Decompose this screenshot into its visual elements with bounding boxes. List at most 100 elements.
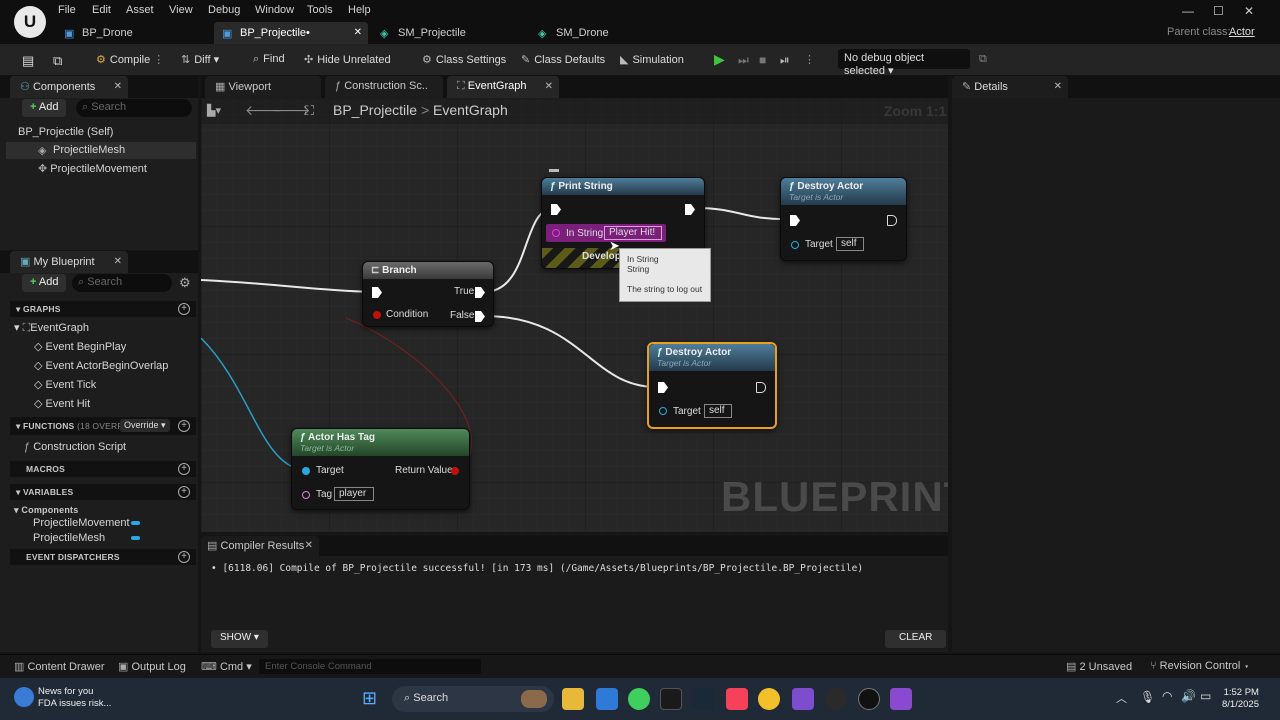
add-macro-icon[interactable]: + — [178, 463, 190, 475]
step-icon[interactable]: ⏭ — [738, 51, 749, 69]
my-blueprint-search-input[interactable]: ⌕ Search — [72, 274, 172, 292]
more-icon[interactable]: ⋮ — [804, 51, 815, 69]
windows-start-icon[interactable]: ⊞ — [362, 688, 382, 708]
xbox-icon[interactable] — [628, 688, 650, 710]
tab-details[interactable]: ✎ Details ✕ — [952, 76, 1068, 98]
volume-icon[interactable]: 🔊 — [1181, 689, 1196, 703]
video-editor-icon[interactable] — [890, 688, 912, 710]
return-value-pin[interactable] — [451, 467, 459, 475]
menu-tools[interactable]: Tools — [307, 4, 333, 16]
override-dropdown[interactable]: Override ▾ — [120, 419, 170, 432]
battery-icon[interactable]: ▭ — [1200, 689, 1211, 703]
play-icon[interactable]: ▶ — [714, 49, 725, 67]
gear-icon[interactable]: ⚙ — [179, 275, 191, 291]
diff-button[interactable]: ⇅ Diff ▾ — [181, 51, 219, 69]
chrome-icon[interactable] — [758, 688, 780, 710]
variables-section[interactable]: ▾ VARIABLES + — [10, 484, 196, 500]
hide-unrelated-button[interactable]: ✣ Hide Unrelated — [304, 51, 391, 69]
tab-sm-drone[interactable]: ◈ SM_Drone — [530, 22, 670, 44]
exec-in-pin[interactable] — [790, 215, 800, 226]
output-log-button[interactable]: ▣ Output Log — [118, 660, 186, 673]
target-pin[interactable] — [659, 407, 667, 415]
exec-out-pin[interactable] — [685, 204, 695, 215]
exec-true-pin[interactable] — [475, 287, 485, 298]
visual-studio-icon[interactable] — [792, 688, 814, 710]
microphone-icon[interactable]: 🎙 — [1140, 690, 1155, 704]
add-member-button[interactable]: + Add — [22, 274, 67, 292]
close-icon[interactable]: ✕ — [305, 540, 313, 551]
simulation-button[interactable]: ◣ Simulation — [620, 51, 684, 69]
menu-asset[interactable]: Asset — [126, 4, 154, 16]
exec-out-pin[interactable] — [887, 215, 897, 226]
add-variable-icon[interactable]: + — [178, 486, 190, 498]
tab-bp-drone[interactable]: ▣ BP_Drone — [56, 22, 206, 44]
show-dropdown[interactable]: SHOW ▾ — [211, 630, 268, 648]
system-clock[interactable]: 1:52 PM 8/1/2025 — [1222, 687, 1259, 711]
close-window-icon[interactable]: ✕ — [1244, 4, 1254, 18]
menu-help[interactable]: Help — [348, 4, 371, 16]
add-component-button[interactable]: + Add — [22, 99, 67, 117]
music-icon[interactable] — [726, 688, 748, 710]
content-drawer-button[interactable]: ▥ Content Drawer — [14, 660, 105, 673]
branch-node[interactable]: ⊏ Branch True Condition False — [362, 261, 494, 327]
debug-filter-icon[interactable]: ⧉ — [979, 51, 987, 69]
variable-projectile-movement[interactable]: ProjectileMovement — [33, 517, 130, 529]
minimize-icon[interactable]: — — [1182, 4, 1194, 18]
target-value[interactable]: self — [704, 404, 732, 418]
menu-edit[interactable]: Edit — [92, 4, 111, 16]
wifi-icon[interactable]: ◠ — [1162, 689, 1172, 703]
breadcrumb-root[interactable]: BP_Projectile — [333, 102, 417, 118]
event-actor-begin-overlap[interactable]: ◇ Event ActorBeginOverlap — [34, 359, 168, 372]
tab-sm-projectile[interactable]: ◈ SM_Projectile — [372, 22, 522, 44]
components-search-input[interactable]: ⌕ Search — [76, 99, 192, 117]
close-icon[interactable]: ✕ — [114, 81, 122, 92]
component-root[interactable]: BP_Projectile (Self) — [18, 126, 113, 138]
parent-class-link[interactable]: Actor — [1229, 26, 1255, 38]
steam-icon[interactable] — [692, 688, 714, 710]
event-hit[interactable]: ◇ Event Hit — [34, 397, 90, 410]
exec-false-pin[interactable] — [475, 311, 485, 322]
tab-construction-script[interactable]: ƒ Construction Sc.. — [325, 76, 443, 98]
find-button[interactable]: ⌕ Find — [253, 51, 285, 69]
unsaved-button[interactable]: ▤ 2 Unsaved — [1066, 660, 1132, 673]
obs-icon[interactable] — [825, 688, 847, 710]
variables-components-group[interactable]: ▾ Components — [14, 505, 78, 516]
tab-bp-projectile[interactable]: ▣ BP_Projectile• ✕ — [214, 22, 368, 44]
in-string-pin[interactable] — [552, 229, 560, 237]
graph-options-icon[interactable]: ▙▾ — [207, 104, 221, 117]
menu-debug[interactable]: Debug — [208, 4, 240, 16]
exec-in-pin[interactable] — [658, 382, 668, 393]
save-icon[interactable]: ▤ — [22, 51, 34, 69]
debug-object-select[interactable]: No debug object selected ▾ — [838, 49, 970, 77]
unreal-logo-icon[interactable]: U — [14, 6, 46, 38]
eject-icon[interactable]: ⏯ — [780, 51, 790, 69]
construction-script-item[interactable]: ƒ Construction Script — [24, 441, 126, 453]
class-defaults-button[interactable]: ✎ Class Defaults — [521, 51, 605, 69]
close-icon[interactable]: ✕ — [545, 81, 553, 92]
target-pin[interactable] — [302, 467, 310, 475]
exec-in-pin[interactable] — [551, 204, 561, 215]
add-dispatcher-icon[interactable]: + — [178, 551, 190, 563]
cmd-dropdown[interactable]: ⌨ Cmd ▾ — [201, 660, 252, 673]
browse-icon[interactable]: ⧉ — [53, 51, 62, 69]
file-explorer-icon[interactable] — [562, 688, 584, 710]
tag-pin[interactable] — [302, 491, 310, 499]
unreal-taskbar-icon[interactable] — [858, 688, 880, 710]
tab-compiler-results[interactable]: ▤ Compiler Results ✕ — [201, 536, 319, 556]
condition-pin[interactable] — [373, 311, 381, 319]
breadcrumb-leaf[interactable]: EventGraph — [433, 102, 508, 118]
macros-section[interactable]: MACROS + — [10, 461, 196, 477]
close-icon[interactable]: ✕ — [114, 256, 122, 267]
menu-view[interactable]: View — [169, 4, 193, 16]
variable-projectile-mesh[interactable]: ProjectileMesh — [33, 532, 105, 544]
revision-control-button[interactable]: ⑂ Revision Control ▾ — [1150, 660, 1250, 672]
comment-bubble-icon[interactable]: ▬ — [549, 164, 559, 175]
dispatchers-section[interactable]: EVENT DISPATCHERS + — [10, 549, 196, 565]
maximize-icon[interactable]: ☐ — [1213, 4, 1224, 18]
component-projectile-movement[interactable]: ✥ ProjectileMovement — [38, 162, 147, 175]
close-icon[interactable]: ✕ — [1054, 81, 1062, 92]
destroy-actor-node-selected[interactable]: ƒ Destroy Actor Target is Actor Target se… — [647, 342, 777, 429]
news-icon[interactable] — [14, 687, 34, 707]
graphs-section[interactable]: ▾ GRAPHS + — [10, 301, 196, 317]
close-icon[interactable]: ✕ — [354, 27, 362, 38]
